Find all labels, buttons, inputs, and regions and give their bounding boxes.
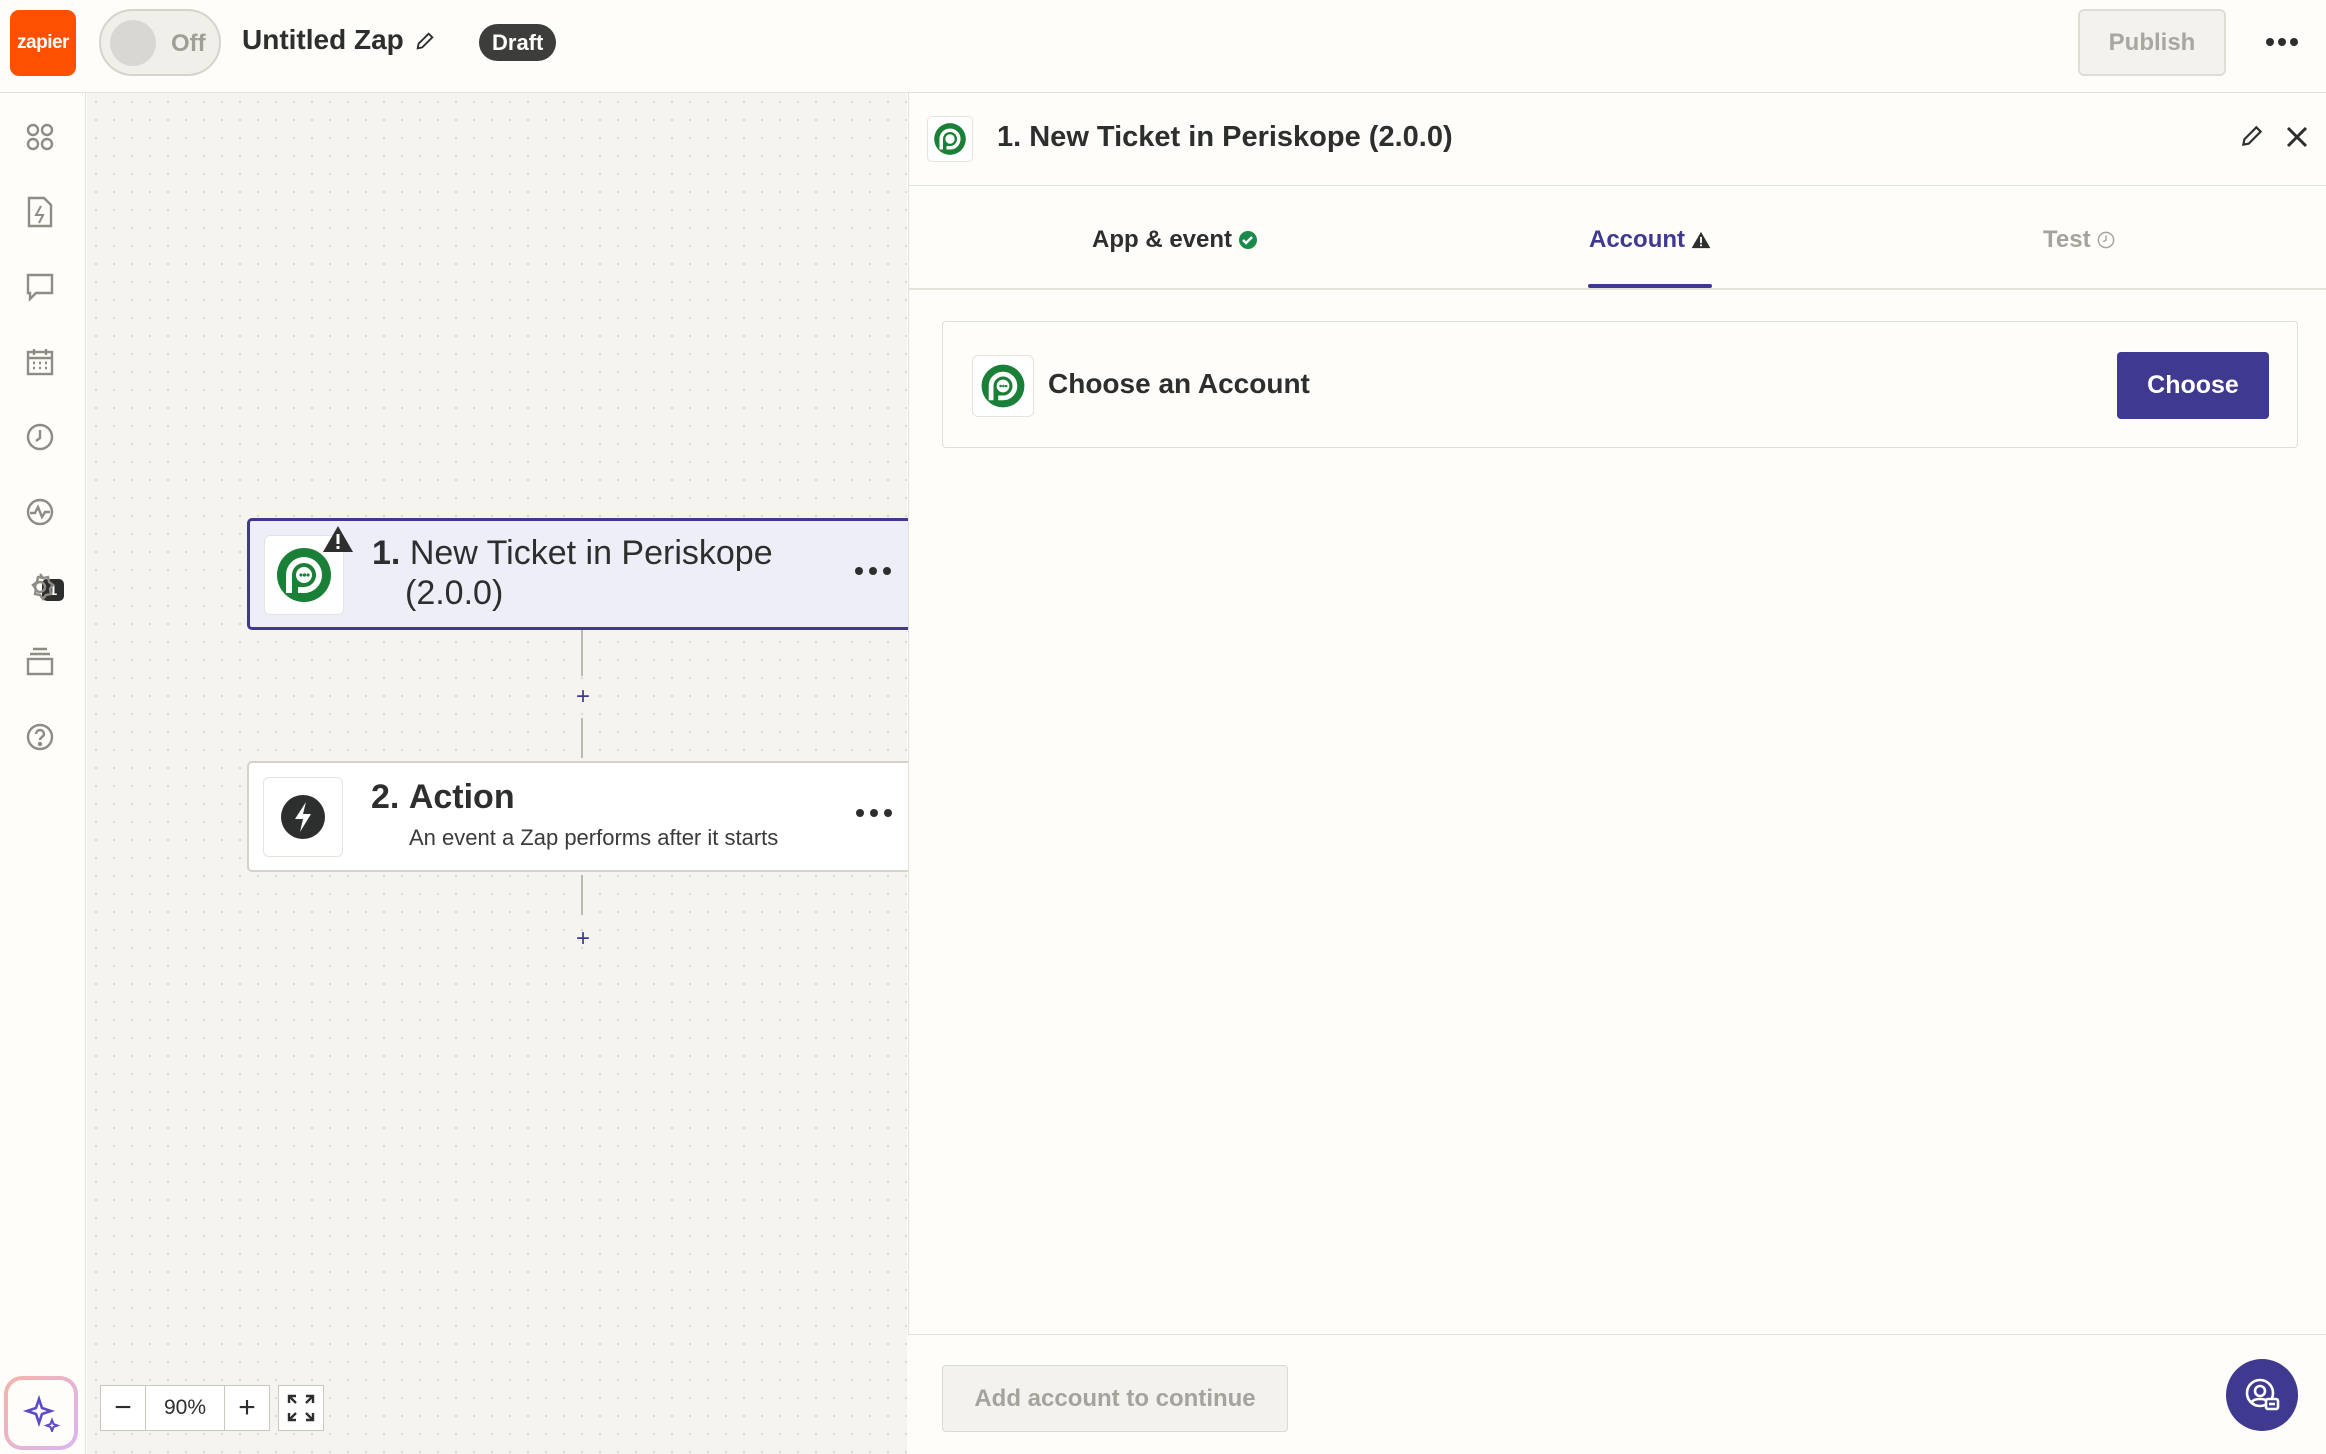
calendar-icon[interactable] [20, 342, 60, 382]
toggle-label: Off [171, 30, 206, 57]
panel-title: 1. New Ticket in Periskope (2.0.0) [997, 121, 1453, 153]
tab-label: App & event [1092, 226, 1233, 253]
zoom-level: 90% [146, 1385, 224, 1431]
action-step-title: 2. Action [371, 777, 515, 817]
zoom-controls: − 90% + [100, 1385, 324, 1431]
action-step-card[interactable]: 2. Action An event a Zap performs after … [247, 761, 919, 872]
edit-pencil-icon[interactable] [2239, 123, 2265, 149]
tab-app-event[interactable]: App & event [1092, 226, 1258, 254]
support-chat-icon[interactable] [2226, 1359, 2298, 1431]
activity-icon[interactable] [20, 492, 60, 532]
warning-icon [1691, 231, 1711, 249]
zap-editor-canvas[interactable]: 1. New Ticket in Periskope (2.0.0) + 2. … [87, 93, 919, 1454]
step-title-line1: Action [408, 778, 515, 816]
clock-icon [2097, 231, 2114, 249]
panel-footer: Add account to continue [908, 1334, 2326, 1454]
zapier-logo[interactable]: zapier [10, 10, 76, 76]
check-circle-icon [1239, 231, 1258, 249]
choose-account-label: Choose an Account [1048, 368, 1310, 399]
tab-account[interactable]: Account [1589, 226, 1711, 254]
zap-title[interactable]: Untitled Zap [242, 24, 404, 56]
more-options-icon[interactable] [2260, 22, 2304, 62]
tab-label: Account [1589, 226, 1685, 253]
add-account-to-continue-button[interactable]: Add account to continue [942, 1365, 1288, 1432]
choose-account-button[interactable]: Choose [2117, 352, 2269, 419]
step-connector [581, 875, 583, 915]
zap-file-icon[interactable] [20, 192, 60, 232]
step-number: 1. [372, 534, 401, 572]
step-details-panel: 1. New Ticket in Periskope (2.0.0) [908, 93, 2326, 1454]
apps-icon[interactable] [20, 117, 60, 157]
history-icon[interactable] [20, 417, 60, 457]
tab-test[interactable]: Test [2043, 226, 2115, 254]
toggle-knob [110, 20, 156, 66]
step-menu-icon[interactable] [855, 803, 893, 823]
step-title-line2: (2.0.0) [405, 574, 504, 612]
versions-icon[interactable] [20, 642, 60, 682]
periskope-app-icon [972, 355, 1034, 417]
action-bolt-icon [263, 777, 343, 857]
active-tab-indicator [1588, 284, 1712, 288]
tab-label: Test [2043, 226, 2091, 253]
add-step-button[interactable]: + [573, 925, 593, 953]
draft-status-badge: Draft [479, 24, 557, 61]
zap-on-off-toggle[interactable]: Off [99, 9, 221, 76]
step-connector [581, 630, 583, 676]
step-menu-icon[interactable] [854, 561, 892, 581]
warning-icon [323, 526, 353, 552]
close-icon[interactable] [2283, 123, 2311, 151]
side-navigation: 1 [0, 93, 86, 1454]
panel-header: 1. New Ticket in Periskope (2.0.0) [909, 93, 2326, 186]
add-step-button[interactable]: + [573, 683, 593, 711]
sparkle-icon [8, 1380, 74, 1446]
comment-icon[interactable] [20, 267, 60, 307]
action-step-subtitle: An event a Zap performs after it starts [409, 825, 779, 850]
trigger-step-card[interactable]: 1. New Ticket in Periskope (2.0.0) [247, 518, 919, 630]
step-number: 2. [371, 778, 400, 816]
publish-button[interactable]: Publish [2078, 9, 2226, 76]
step-connector [581, 718, 583, 758]
zoom-in-button[interactable]: + [224, 1385, 270, 1431]
periskope-app-icon [927, 116, 973, 162]
settings-icon[interactable] [20, 567, 60, 607]
step-title-line1: New Ticket in Periskope [409, 534, 773, 572]
choose-account-card: Choose an Account Choose [942, 321, 2298, 448]
help-icon[interactable] [20, 717, 60, 757]
panel-tabs: App & event Account Test [908, 190, 2326, 290]
fit-to-view-icon[interactable] [278, 1385, 324, 1431]
rename-pencil-icon[interactable] [414, 30, 436, 52]
copilot-button[interactable] [4, 1376, 78, 1450]
top-bar: zapier Off Untitled Zap Draft Publish [0, 0, 2326, 93]
zoom-out-button[interactable]: − [100, 1385, 146, 1431]
trigger-step-title: 1. New Ticket in Periskope [372, 533, 773, 573]
